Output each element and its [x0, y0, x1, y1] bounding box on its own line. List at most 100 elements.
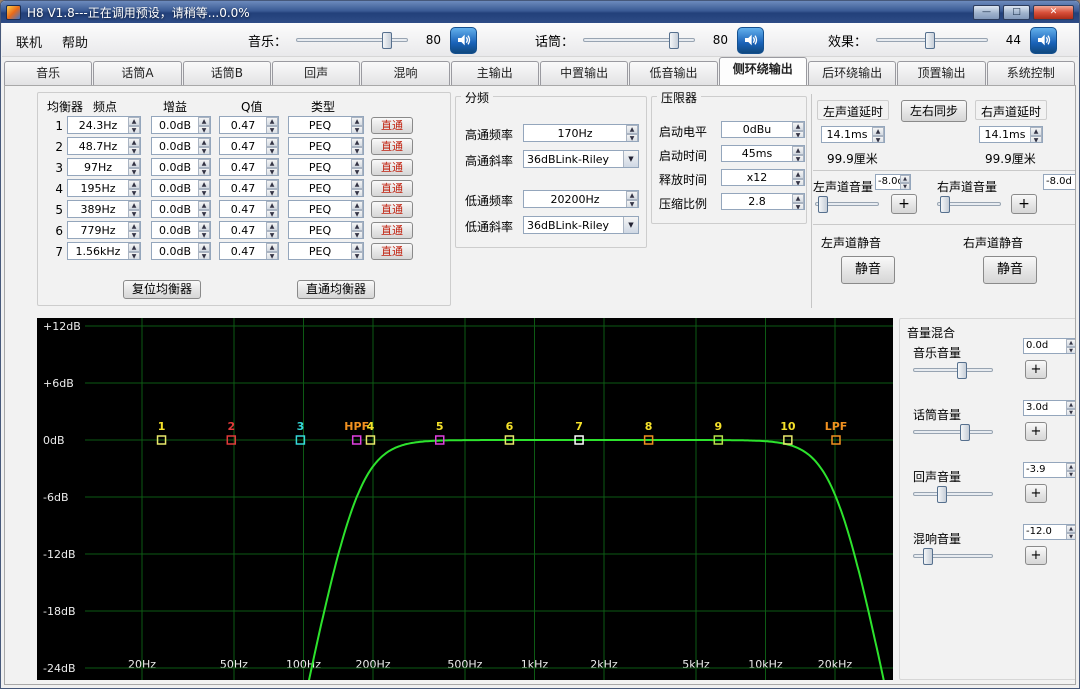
spin-up-icon[interactable]: ▲ — [266, 117, 278, 126]
spin-up-icon[interactable]: ▲ — [626, 125, 638, 134]
spin-up-icon[interactable]: ▲ — [198, 222, 210, 231]
eq-freq-spinner[interactable]: 1.56kHz ▲ ▼ — [67, 242, 141, 260]
spin-up-icon[interactable]: ▲ — [351, 201, 363, 210]
spin-down-icon[interactable]: ▼ — [351, 126, 363, 133]
tab[interactable]: 顶置输出 — [897, 61, 986, 85]
spin-up-icon[interactable]: ▲ — [351, 117, 363, 126]
spin-down-icon[interactable]: ▼ — [128, 126, 140, 133]
spin-down-icon[interactable]: ▼ — [900, 183, 910, 189]
mix-channel-slider[interactable] — [913, 424, 993, 441]
eq-bypass-button[interactable]: 直通 — [371, 138, 413, 155]
lr-sync-button[interactable]: 左右同步 — [901, 100, 967, 122]
spin-down-icon[interactable]: ▼ — [198, 231, 210, 238]
compressor-field-spinner[interactable]: 0dBu ▲ ▼ — [721, 121, 805, 138]
spin-up-icon[interactable]: ▲ — [128, 138, 140, 147]
spin-up-icon[interactable]: ▲ — [198, 180, 210, 189]
spin-down-icon[interactable]: ▼ — [128, 189, 140, 196]
spin-down-icon[interactable]: ▼ — [128, 210, 140, 217]
spin-up-icon[interactable]: ▲ — [872, 127, 884, 136]
tab[interactable]: 中置输出 — [539, 61, 629, 85]
eq-gain-spinner[interactable]: 0.0dB ▲ ▼ — [151, 179, 211, 197]
spin-down-icon[interactable]: ▼ — [1066, 471, 1075, 477]
spin-down-icon[interactable]: ▼ — [266, 189, 278, 196]
master-volume-slider[interactable] — [876, 32, 989, 49]
spin-down-icon[interactable]: ▼ — [1030, 136, 1042, 142]
spin-up-icon[interactable]: ▲ — [1030, 127, 1042, 136]
speaker-mute-button[interactable] — [450, 26, 478, 54]
spin-down-icon[interactable]: ▼ — [351, 168, 363, 175]
eq-type-spinner[interactable]: PEQ ▲ ▼ — [288, 137, 364, 155]
spin-up-icon[interactable]: ▲ — [900, 175, 910, 183]
spin-down-icon[interactable]: ▼ — [351, 252, 363, 259]
mix-channel-slider[interactable] — [913, 362, 993, 379]
eq-gain-spinner[interactable]: 0.0dB ▲ ▼ — [151, 158, 211, 176]
master-volume-slider[interactable] — [583, 32, 696, 49]
spin-down-icon[interactable]: ▼ — [872, 136, 884, 142]
spin-down-icon[interactable]: ▼ — [198, 252, 210, 259]
spin-down-icon[interactable]: ▼ — [198, 147, 210, 154]
spin-down-icon[interactable]: ▼ — [626, 200, 638, 207]
master-volume-slider[interactable] — [296, 32, 409, 49]
tab[interactable]: 后环绕输出 — [807, 61, 897, 85]
eq-q-spinner[interactable]: 0.47 ▲ ▼ — [219, 116, 279, 134]
tab[interactable]: 回声 — [271, 61, 361, 85]
tab[interactable]: 系统控制 — [986, 61, 1075, 85]
spin-up-icon[interactable]: ▲ — [626, 191, 638, 200]
spin-up-icon[interactable]: ▲ — [266, 222, 278, 231]
spin-up-icon[interactable]: ▲ — [792, 194, 804, 203]
spin-up-icon[interactable]: ▲ — [198, 117, 210, 126]
spin-up-icon[interactable]: ▲ — [1066, 525, 1075, 533]
speaker-mute-button[interactable] — [1030, 26, 1058, 54]
eq-gain-spinner[interactable]: 0.0dB ▲ ▼ — [151, 116, 211, 134]
spin-up-icon[interactable]: ▲ — [351, 243, 363, 252]
eq-freq-spinner[interactable]: 389Hz ▲ ▼ — [67, 200, 141, 218]
slider-thumb[interactable] — [940, 196, 951, 213]
mix-channel-value[interactable]: -12.0 ▲ ▼ — [1023, 524, 1075, 540]
spin-up-icon[interactable]: ▲ — [128, 222, 140, 231]
hpf-freq-spinner[interactable]: 170Hz ▲ ▼ — [523, 124, 639, 142]
tab[interactable]: 话筒B — [182, 61, 271, 85]
slider-thumb[interactable] — [937, 486, 948, 503]
right-volume-slider[interactable] — [937, 196, 1001, 213]
right-volume-plus-button[interactable]: + — [1011, 194, 1037, 214]
eq-type-spinner[interactable]: PEQ ▲ ▼ — [288, 242, 364, 260]
eq-bypass-button[interactable]: 直通 — [371, 222, 413, 239]
mix-channel-value[interactable]: 3.0d ▲ ▼ — [1023, 400, 1075, 416]
spin-up-icon[interactable]: ▲ — [198, 138, 210, 147]
compressor-field-spinner[interactable]: 45ms ▲ ▼ — [721, 145, 805, 162]
left-volume-value[interactable]: -8.0d ▲▼ — [875, 174, 911, 190]
slider-thumb[interactable] — [382, 32, 393, 49]
close-button[interactable]: ✕ — [1033, 4, 1074, 20]
spin-down-icon[interactable]: ▼ — [1066, 409, 1075, 415]
eq-type-spinner[interactable]: PEQ ▲ ▼ — [288, 158, 364, 176]
spin-down-icon[interactable]: ▼ — [626, 134, 638, 141]
spin-up-icon[interactable]: ▲ — [351, 138, 363, 147]
spin-down-icon[interactable]: ▼ — [198, 126, 210, 133]
mix-channel-value[interactable]: 0.0d ▲ ▼ — [1023, 338, 1075, 354]
left-volume-slider[interactable] — [815, 196, 879, 213]
spin-down-icon[interactable]: ▼ — [198, 168, 210, 175]
spin-down-icon[interactable]: ▼ — [351, 210, 363, 217]
spin-down-icon[interactable]: ▼ — [792, 179, 804, 185]
left-delay-spinner[interactable]: 14.1ms ▲ ▼ — [821, 126, 885, 143]
spin-up-icon[interactable]: ▲ — [128, 201, 140, 210]
hpf-slope-dropdown[interactable]: 36dBLink-Riley ▼ — [523, 150, 639, 168]
spin-up-icon[interactable]: ▲ — [792, 146, 804, 155]
eq-q-spinner[interactable]: 0.47 ▲ ▼ — [219, 179, 279, 197]
spin-up-icon[interactable]: ▲ — [1066, 463, 1075, 471]
spin-up-icon[interactable]: ▲ — [266, 159, 278, 168]
spin-down-icon[interactable]: ▼ — [792, 131, 804, 137]
spin-up-icon[interactable]: ▲ — [792, 170, 804, 179]
spin-up-icon[interactable]: ▲ — [266, 243, 278, 252]
eq-freq-spinner[interactable]: 779Hz ▲ ▼ — [67, 221, 141, 239]
minimize-button[interactable]: — — [973, 4, 1000, 20]
spin-up-icon[interactable]: ▲ — [792, 122, 804, 131]
eq-bypass-button[interactable]: 直通 — [371, 180, 413, 197]
eq-bypass-button[interactable]: 直通 — [371, 243, 413, 260]
eq-bypass-button[interactable]: 直通 — [371, 201, 413, 218]
spin-up-icon[interactable]: ▲ — [128, 180, 140, 189]
compressor-field-spinner[interactable]: 2.8 ▲ ▼ — [721, 193, 805, 210]
eq-q-spinner[interactable]: 0.47 ▲ ▼ — [219, 137, 279, 155]
spin-up-icon[interactable]: ▲ — [266, 201, 278, 210]
spin-down-icon[interactable]: ▼ — [792, 203, 804, 209]
